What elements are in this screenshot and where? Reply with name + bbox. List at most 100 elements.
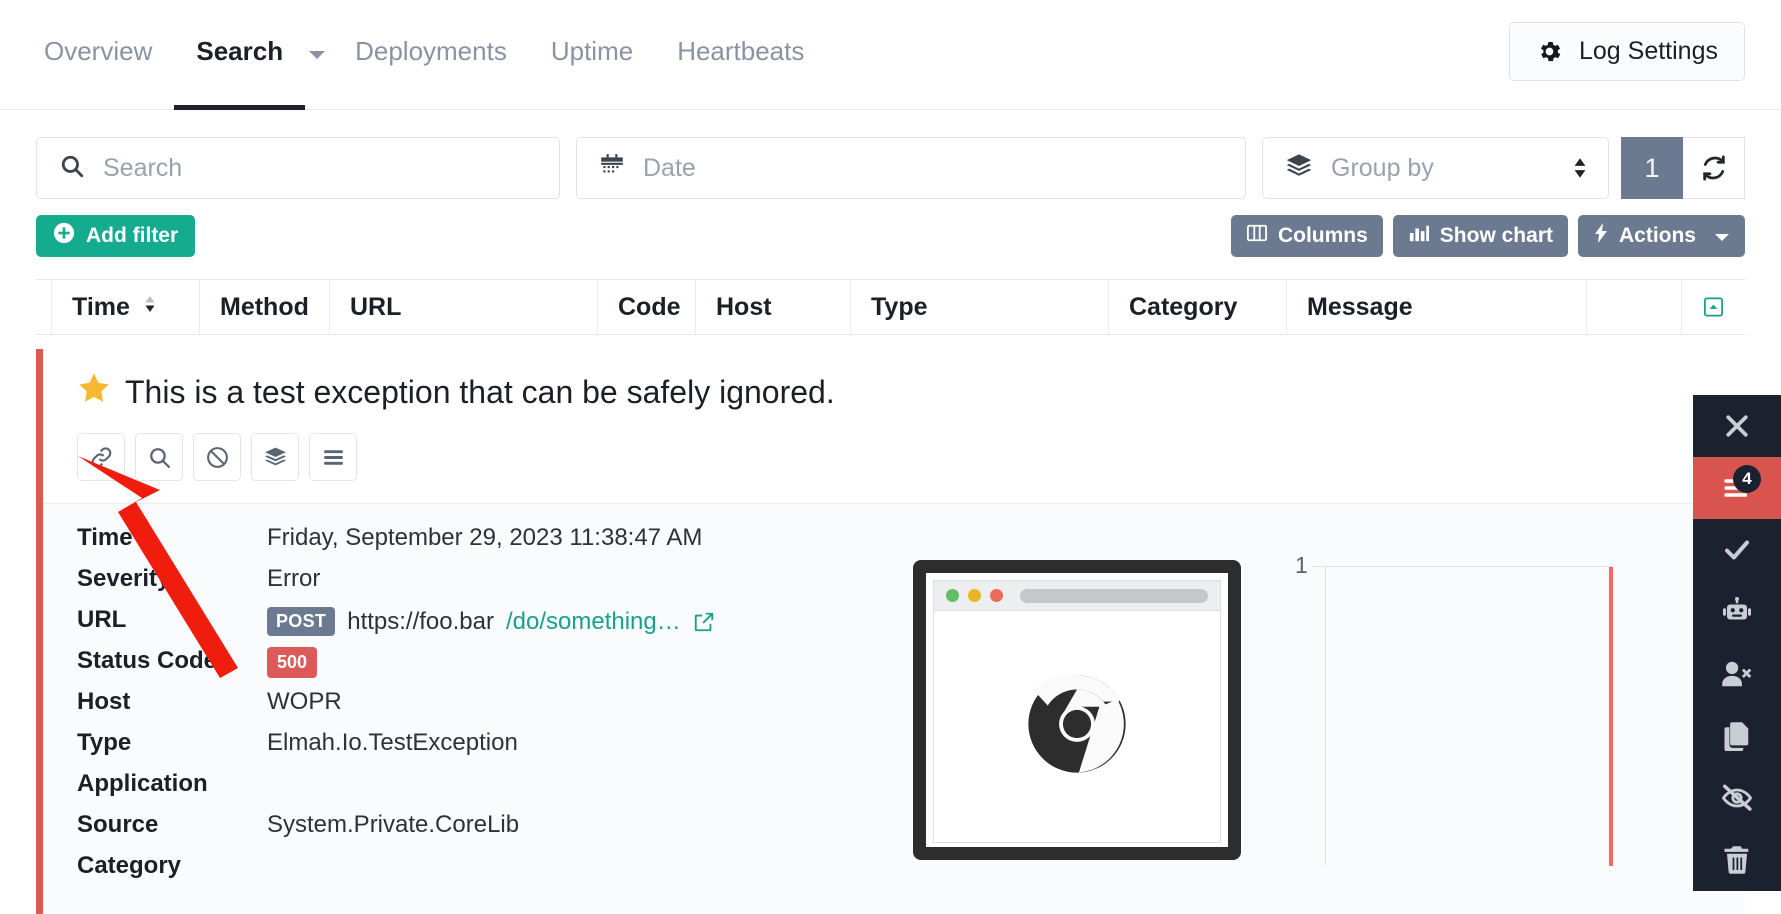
chevron-down-icon[interactable] <box>305 0 333 110</box>
column-header-category[interactable]: Category <box>1109 280 1287 334</box>
check-icon[interactable] <box>1693 519 1781 581</box>
add-filter-label: Add filter <box>86 224 179 247</box>
log-entry-header: This is a test exception that can be saf… <box>43 349 1745 481</box>
list-badge-count: 4 <box>1733 465 1761 493</box>
nav-items: Overview Search Deployments Uptime Heart… <box>36 0 826 110</box>
detail-label-application: Application <box>77 770 208 797</box>
ban-icon[interactable] <box>193 433 241 481</box>
eye-slash-icon[interactable] <box>1693 767 1781 829</box>
star-icon[interactable] <box>77 371 111 413</box>
show-chart-label: Show chart <box>1439 224 1553 247</box>
log-entry-title-row: This is a test exception that can be saf… <box>77 371 1745 413</box>
browser-address-bar <box>1020 588 1208 603</box>
nav-item-uptime[interactable]: Uptime <box>529 0 655 110</box>
detail-label-severity: Severity <box>77 565 171 592</box>
user-times-icon[interactable] <box>1693 643 1781 705</box>
column-header-time[interactable]: Time <box>52 280 200 334</box>
page-number[interactable]: 1 <box>1621 137 1683 199</box>
window-dot-green <box>946 589 959 602</box>
search-placeholder: Search <box>103 153 183 182</box>
log-entry-expanded: This is a test exception that can be saf… <box>36 349 1745 914</box>
toolbar-right-group: Columns Show chart Actions <box>1230 215 1745 257</box>
detail-row-type: Type Elmah.Io.TestException <box>77 729 843 770</box>
column-header-method[interactable]: Method <box>200 280 330 334</box>
column-header-type[interactable]: Type <box>851 280 1109 334</box>
nav-item-deployments[interactable]: Deployments <box>333 0 529 110</box>
bar-chart-icon <box>1408 223 1430 249</box>
date-input[interactable]: Date <box>576 137 1246 199</box>
sort-updown-icon[interactable] <box>1570 155 1590 181</box>
detail-value-source: System.Private.CoreLib <box>267 811 520 838</box>
detail-label-category: Category <box>77 852 182 879</box>
nav-item-overview[interactable]: Overview <box>36 0 174 110</box>
detail-value-time: Friday, September 29, 2023 11:38:47 AM <box>267 524 703 551</box>
entry-action-sidebar: 4 <box>1693 395 1781 891</box>
show-chart-button[interactable]: Show chart <box>1392 215 1568 257</box>
group-by-placeholder: Group by <box>1331 153 1434 182</box>
detail-row-status-code: Status Code 500 <box>77 647 843 688</box>
add-filter-button[interactable]: Add filter <box>36 215 196 257</box>
actions-button[interactable]: Actions <box>1577 215 1745 257</box>
browser-preview <box>913 560 1241 914</box>
caret-down-icon <box>1714 224 1730 248</box>
copy-icon[interactable] <box>1693 705 1781 767</box>
layers-icon[interactable] <box>251 433 299 481</box>
window-dot-red <box>990 589 1003 602</box>
chart-plot-area <box>1325 566 1613 866</box>
detail-row-application: Application <box>77 770 843 811</box>
chart-y-tick <box>1311 566 1325 567</box>
date-placeholder: Date <box>643 153 696 182</box>
column-header-message[interactable]: Message <box>1287 280 1587 334</box>
action-toolbar: Add filter Columns Show chart Actions <box>36 215 1745 257</box>
column-header-url[interactable]: URL <box>330 280 598 334</box>
mini-chart: 1 <box>1295 552 1637 866</box>
detail-label-host: Host <box>77 688 131 715</box>
column-header-time-label: Time <box>72 292 130 321</box>
detail-value-host: WOPR <box>267 688 342 715</box>
browser-titlebar <box>933 580 1221 611</box>
log-entry-action-buttons <box>77 433 1745 481</box>
group-by-select[interactable]: Group by <box>1262 137 1609 199</box>
detail-value-severity: Error <box>267 565 321 592</box>
columns-icon <box>1246 223 1268 249</box>
top-navigation: Overview Search Deployments Uptime Heart… <box>0 0 1781 110</box>
detail-value-type: Elmah.Io.TestException <box>267 729 518 756</box>
detail-row-host: Host WOPR <box>77 688 843 729</box>
bars-icon[interactable] <box>309 433 357 481</box>
nav-item-search[interactable]: Search <box>174 0 305 110</box>
gear-icon <box>1536 38 1563 65</box>
trash-icon[interactable] <box>1693 829 1781 891</box>
search-icon <box>59 153 85 184</box>
refresh-icon[interactable] <box>1683 137 1745 199</box>
window-dot-yellow <box>968 589 981 602</box>
bolt-icon <box>1593 222 1609 250</box>
search-input[interactable]: Search <box>36 137 560 199</box>
chrome-logo-icon <box>1013 660 1141 793</box>
list-icon[interactable]: 4 <box>1693 457 1781 519</box>
column-header-code[interactable]: Code <box>598 280 696 334</box>
detail-row-source: Source System.Private.CoreLib <box>77 811 843 852</box>
sort-icon[interactable] <box>142 293 158 322</box>
table-header-spacer <box>36 280 52 334</box>
collapse-up-icon[interactable] <box>1681 280 1745 334</box>
detail-label-status-code: Status Code <box>77 647 218 674</box>
column-header-host[interactable]: Host <box>696 280 851 334</box>
pagination: 1 <box>1621 137 1745 199</box>
filter-bar: Search Date Group by 1 <box>36 137 1745 199</box>
external-link-icon[interactable] <box>693 611 715 633</box>
detail-row-time: Time Friday, September 29, 2023 11:38:47… <box>77 524 843 565</box>
detail-row-category: Category <box>77 852 843 893</box>
browser-frame <box>913 560 1241 860</box>
link-icon[interactable] <box>77 433 125 481</box>
layers-icon <box>1285 152 1313 185</box>
log-settings-button[interactable]: Log Settings <box>1509 22 1745 81</box>
url-base: https://foo.bar <box>347 607 494 635</box>
columns-button[interactable]: Columns <box>1230 215 1383 257</box>
close-icon[interactable] <box>1693 395 1781 457</box>
robot-icon[interactable] <box>1693 581 1781 643</box>
nav-item-heartbeats[interactable]: Heartbeats <box>655 0 826 110</box>
url-tail: /do/something… <box>505 607 681 635</box>
detail-row-url: URL POST https://foo.bar/do/something… <box>77 606 843 647</box>
search-icon[interactable] <box>135 433 183 481</box>
calendar-icon <box>599 153 625 184</box>
